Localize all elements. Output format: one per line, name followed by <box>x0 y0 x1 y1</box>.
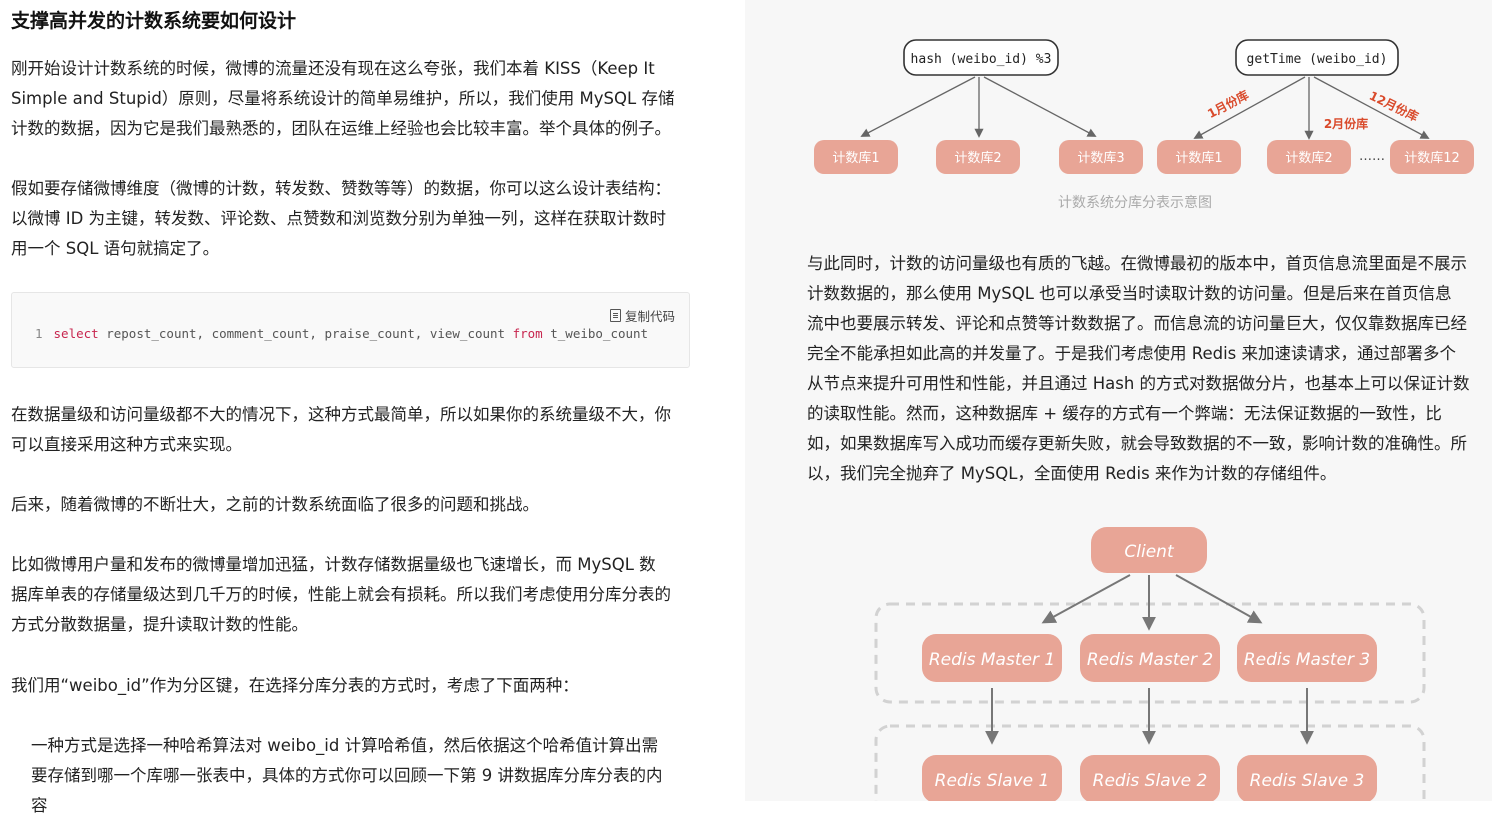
code-keyword-select: select <box>53 326 99 341</box>
list-item-hash-method: 一种方式是选择一种哈希算法对 weibo_id 计算哈希值，然后依据这个哈希值计… <box>31 736 663 815</box>
code-line-number: 1 <box>35 326 43 341</box>
paragraph-growth: 后来，随着微博的不断壮大，之前的计数系统面临了很多的问题和挑战。 <box>11 495 539 514</box>
paragraph-simple-case: 在数据量级和访问量级都不大的情况下，这种方式最简单，所以如果你的系统量级不大，你… <box>11 405 671 454</box>
code-line: 1 select repost_count, comment_count, pra… <box>35 326 648 341</box>
article-left-column: 支撑高并发的计数系统要如何设计 刚开始设计计数系统的时候，微博的流量还没有现在这… <box>0 0 745 815</box>
code-columns: repost_count, comment_count, praise_coun… <box>98 326 513 341</box>
copy-icon <box>609 309 621 322</box>
section-title: 支撑高并发的计数系统要如何设计 <box>11 10 297 32</box>
paragraph-intro: 刚开始设计计数系统的时候，微博的流量还没有现在这么夸张，我们本着 KISS（Ke… <box>11 59 675 138</box>
code-block: 复制代码 1 select repost_count, comment_count… <box>11 292 690 368</box>
paragraph-table-design: 假如要存储微博维度（微博的计数，转发数、赞数等等）的数据，你可以这么设计表结构：… <box>11 179 671 258</box>
copy-code-label: 复制代码 <box>624 309 675 324</box>
code-keyword-from: from <box>512 326 543 341</box>
sharding-diagram-caption: 计数系统分库分表示意图 <box>1058 195 1212 211</box>
paragraph-partition-key: 我们用“weibo_id”作为分区键，在选择分库分表的方式时，考虑了下面两种： <box>11 676 579 695</box>
paragraph-sharding: 比如微博用户量和发布的微博量增加迅猛，计数存储数据量级也飞速增长，而 MySQL… <box>11 555 671 634</box>
paragraph-redis-evolution: 与此同时，计数的访问量级也有质的飞越。在微博最初的版本中，首页信息流里面是不展示… <box>807 254 1470 483</box>
copy-code-button[interactable]: 复制代码 <box>609 306 675 325</box>
code-table: t_weibo_count <box>542 326 649 341</box>
